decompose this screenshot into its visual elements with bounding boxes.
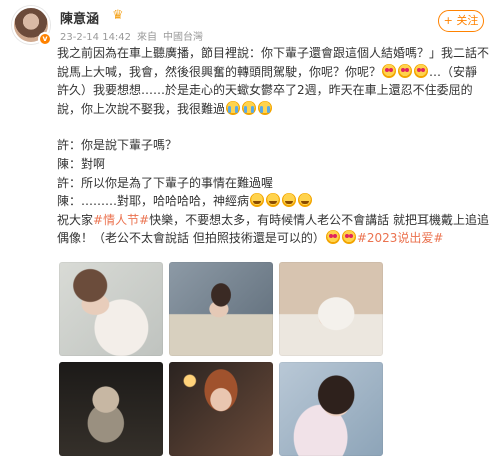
photo-woman-with-flowers[interactable]: [59, 262, 163, 356]
photo-woman-with-paper-bag[interactable]: [169, 262, 273, 356]
photo-woman-with-drink[interactable]: [169, 362, 273, 456]
heart-eyes-emoji-icon: [398, 63, 413, 78]
laughing-emoji-icon: [250, 193, 265, 208]
follow-button[interactable]: + 关注: [438, 10, 484, 32]
crown-icon: ♛: [112, 8, 124, 23]
post-source: 來自: [137, 32, 158, 43]
laughing-emoji-icon: [266, 193, 281, 208]
hashtag-valentines-link[interactable]: #情人节#: [93, 213, 149, 227]
post-date[interactable]: 23-2-14 14:42: [60, 32, 131, 43]
crying-emoji-icon: [258, 100, 273, 115]
laughing-emoji-icon: [298, 193, 313, 208]
dialogue-line: 許：所以你是為了下輩子的事情在難過喔: [57, 175, 274, 190]
heart-eyes-emoji-icon: [325, 230, 340, 245]
laughing-emoji-icon: [282, 193, 297, 208]
heart-eyes-emoji-icon: [382, 63, 397, 78]
post-location: 中國台灣: [163, 32, 204, 43]
dialogue-line-text: 陳：………對耶，哈哈哈哈，神經病: [57, 194, 250, 209]
heart-eyes-emoji-icon: [414, 63, 429, 78]
closing-part-a: 祝大家: [57, 212, 94, 227]
photo-grid: [59, 262, 383, 456]
post-meta: 23-2-14 14:42 來自 中國台灣: [60, 28, 209, 43]
crying-emoji-icon: [242, 100, 257, 115]
dialogue-line: 許：你是說下輩子嗎？: [57, 138, 178, 153]
post-header: v 陳意涵 ♛ 23-2-14 14:42 來自 中國台灣 + 关注: [12, 6, 492, 46]
post-body: 我之前因為在車上聽廣播，節目裡說：你下輩子還會跟這個人結婚嗎？」我二話不說馬上大…: [57, 44, 489, 248]
photo-woman-on-bed[interactable]: [279, 262, 383, 356]
photo-man-in-dark-room[interactable]: [59, 362, 163, 456]
dialogue-block: 許：你是說下輩子嗎？ 陳：對啊 許：所以你是為了下輩子的事情在難過喔 陳：…………: [57, 136, 489, 210]
paragraph-1: 我之前因為在車上聽廣播，節目裡說：你下輩子還會跟這個人結婚嗎？」我二話不說馬上大…: [57, 44, 489, 118]
dialogue-line-last: 陳：………對耶，哈哈哈哈，神經病: [57, 192, 489, 211]
hashtag-2023-link[interactable]: #2023说出爱#: [357, 231, 444, 245]
heart-eyes-emoji-icon: [341, 230, 356, 245]
dialogue-line: 陳：對啊: [57, 156, 106, 171]
photo-woman-selfie[interactable]: [279, 362, 383, 456]
verified-badge-icon: v: [38, 32, 52, 46]
crying-emoji-icon: [226, 100, 241, 115]
username[interactable]: 陳意涵: [60, 8, 99, 27]
closing-paragraph: 祝大家#情人节#快樂，不要想太多，有時候情人老公不會講話 就把耳機戴上追追偶像！…: [57, 211, 489, 248]
